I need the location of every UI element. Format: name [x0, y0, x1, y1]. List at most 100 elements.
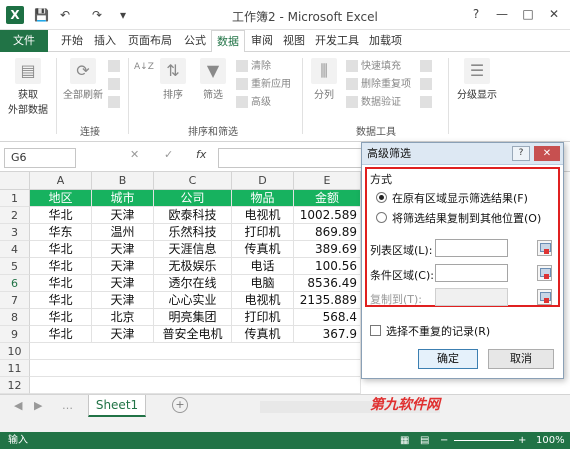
copy-to-picker-icon[interactable]	[537, 289, 552, 305]
table-cell[interactable]: 传真机	[232, 241, 294, 258]
table-cell[interactable]: 天津	[92, 207, 154, 224]
edit-links-icon[interactable]	[108, 94, 123, 112]
header-cell-amount[interactable]: 金额	[294, 190, 361, 207]
table-cell[interactable]: 100.56	[294, 258, 361, 275]
consolidate-icon[interactable]	[420, 58, 435, 76]
table-cell[interactable]: 8536.49	[294, 275, 361, 292]
prev-sheet-icon[interactable]: ◀	[14, 399, 22, 412]
select-all-corner[interactable]	[0, 172, 30, 190]
tab-data[interactable]: 数据	[211, 30, 245, 53]
tab-addins[interactable]: 加载项	[364, 30, 407, 52]
what-if-icon[interactable]	[420, 76, 435, 94]
column-header-a[interactable]: A	[30, 172, 92, 190]
table-cell[interactable]: 天津	[92, 258, 154, 275]
tab-formulas[interactable]: 公式	[179, 30, 211, 52]
table-cell[interactable]: 389.69	[294, 241, 361, 258]
text-to-columns-button[interactable]: ⫼ 分列	[306, 58, 342, 101]
empty-row[interactable]	[30, 343, 361, 360]
tab-home[interactable]: 开始	[56, 30, 88, 52]
header-cell-company[interactable]: 公司	[154, 190, 232, 207]
add-sheet-icon[interactable]: +	[172, 397, 188, 413]
criteria-range-picker-icon[interactable]	[537, 265, 552, 281]
filter-button[interactable]: ▼ 筛选	[196, 58, 230, 101]
customize-toolbar-icon[interactable]: ▾	[120, 8, 126, 22]
header-cell-region[interactable]: 地区	[30, 190, 92, 207]
tab-file[interactable]: 文件	[0, 30, 48, 52]
table-cell[interactable]: 电视机	[232, 207, 294, 224]
zoom-out-icon[interactable]: −	[440, 432, 448, 449]
clear-filter-button[interactable]: 清除	[236, 58, 271, 76]
copy-to-input[interactable]	[435, 288, 508, 306]
row-header-2[interactable]: 2	[0, 207, 30, 224]
table-cell[interactable]: 电话	[232, 258, 294, 275]
empty-row[interactable]	[30, 377, 361, 394]
refresh-all-button[interactable]: ⟳ 全部刷新	[60, 58, 106, 101]
close-button[interactable]: ✕	[544, 4, 564, 24]
table-cell[interactable]: 打印机	[232, 224, 294, 241]
tab-developer[interactable]: 开发工具	[310, 30, 364, 52]
row-header-9[interactable]: 9	[0, 326, 30, 343]
empty-row[interactable]	[30, 360, 361, 377]
table-cell[interactable]: 华北	[30, 241, 92, 258]
table-cell[interactable]: 华东	[30, 224, 92, 241]
radio-filter-in-place[interactable]	[376, 192, 387, 203]
table-cell[interactable]: 华北	[30, 207, 92, 224]
outline-button[interactable]: ☰ 分级显示	[452, 58, 502, 101]
header-cell-item[interactable]: 物品	[232, 190, 294, 207]
help-button[interactable]: ?	[466, 4, 486, 24]
row-header-8[interactable]: 8	[0, 309, 30, 326]
tab-insert[interactable]: 插入	[89, 30, 121, 52]
normal-view-icon[interactable]: ▦	[400, 432, 409, 449]
row-header-4[interactable]: 4	[0, 241, 30, 258]
column-header-c[interactable]: C	[154, 172, 232, 190]
cancel-button[interactable]: 取消	[488, 349, 554, 369]
table-cell[interactable]: 北京	[92, 309, 154, 326]
next-sheet-icon[interactable]: ▶	[34, 399, 42, 412]
list-range-input[interactable]	[435, 239, 508, 257]
undo-icon[interactable]: ↶	[60, 8, 70, 22]
table-cell[interactable]: 无极娱乐	[154, 258, 232, 275]
table-cell[interactable]: 透尔在线	[154, 275, 232, 292]
table-cell[interactable]: 天津	[92, 292, 154, 309]
radio-filter-in-place-label[interactable]: 在原有区域显示筛选结果(F)	[392, 190, 528, 206]
save-icon[interactable]: 💾	[34, 8, 49, 22]
table-cell[interactable]: 2135.889	[294, 292, 361, 309]
column-header-d[interactable]: D	[232, 172, 294, 190]
table-cell[interactable]: 传真机	[232, 326, 294, 343]
relationships-icon[interactable]	[420, 94, 435, 112]
table-cell[interactable]: 华北	[30, 309, 92, 326]
radio-copy-to-location[interactable]	[376, 212, 387, 223]
row-header-12[interactable]: 12	[0, 377, 30, 394]
column-header-e[interactable]: E	[294, 172, 361, 190]
unique-records-checkbox[interactable]	[370, 325, 381, 336]
row-header-1[interactable]: 1	[0, 190, 30, 207]
redo-icon[interactable]: ↷	[92, 8, 102, 22]
table-cell[interactable]: 欧泰科技	[154, 207, 232, 224]
data-validation-button[interactable]: 数据验证	[346, 94, 401, 112]
tab-page-layout[interactable]: 页面布局	[123, 30, 177, 52]
properties-icon[interactable]	[108, 76, 123, 94]
tab-review[interactable]: 审阅	[246, 30, 278, 52]
tab-view[interactable]: 视图	[278, 30, 310, 52]
cancel-icon[interactable]: ✕	[130, 148, 139, 161]
page-layout-view-icon[interactable]: ▤	[420, 432, 429, 449]
table-cell[interactable]: 心心实业	[154, 292, 232, 309]
table-cell[interactable]: 华北	[30, 326, 92, 343]
table-cell[interactable]: 869.89	[294, 224, 361, 241]
table-cell[interactable]: 普安全电机	[154, 326, 232, 343]
row-header-6[interactable]: 6	[0, 275, 30, 292]
row-header-3[interactable]: 3	[0, 224, 30, 241]
list-range-picker-icon[interactable]	[537, 240, 552, 256]
zoom-level[interactable]: 100%	[536, 432, 565, 449]
table-cell[interactable]: 华北	[30, 258, 92, 275]
dialog-help-button[interactable]: ?	[512, 146, 530, 161]
enter-icon[interactable]: ✓	[164, 148, 173, 161]
ellipsis-icon[interactable]: …	[62, 399, 73, 412]
table-cell[interactable]: 温州	[92, 224, 154, 241]
row-header-5[interactable]: 5	[0, 258, 30, 275]
connections-icon[interactable]	[108, 58, 123, 76]
get-external-data-button[interactable]: ▤ 获取 外部数据	[4, 58, 52, 116]
flash-fill-button[interactable]: 快速填充	[346, 58, 401, 76]
criteria-range-input[interactable]	[435, 264, 508, 282]
name-box[interactable]: G6	[4, 148, 76, 168]
